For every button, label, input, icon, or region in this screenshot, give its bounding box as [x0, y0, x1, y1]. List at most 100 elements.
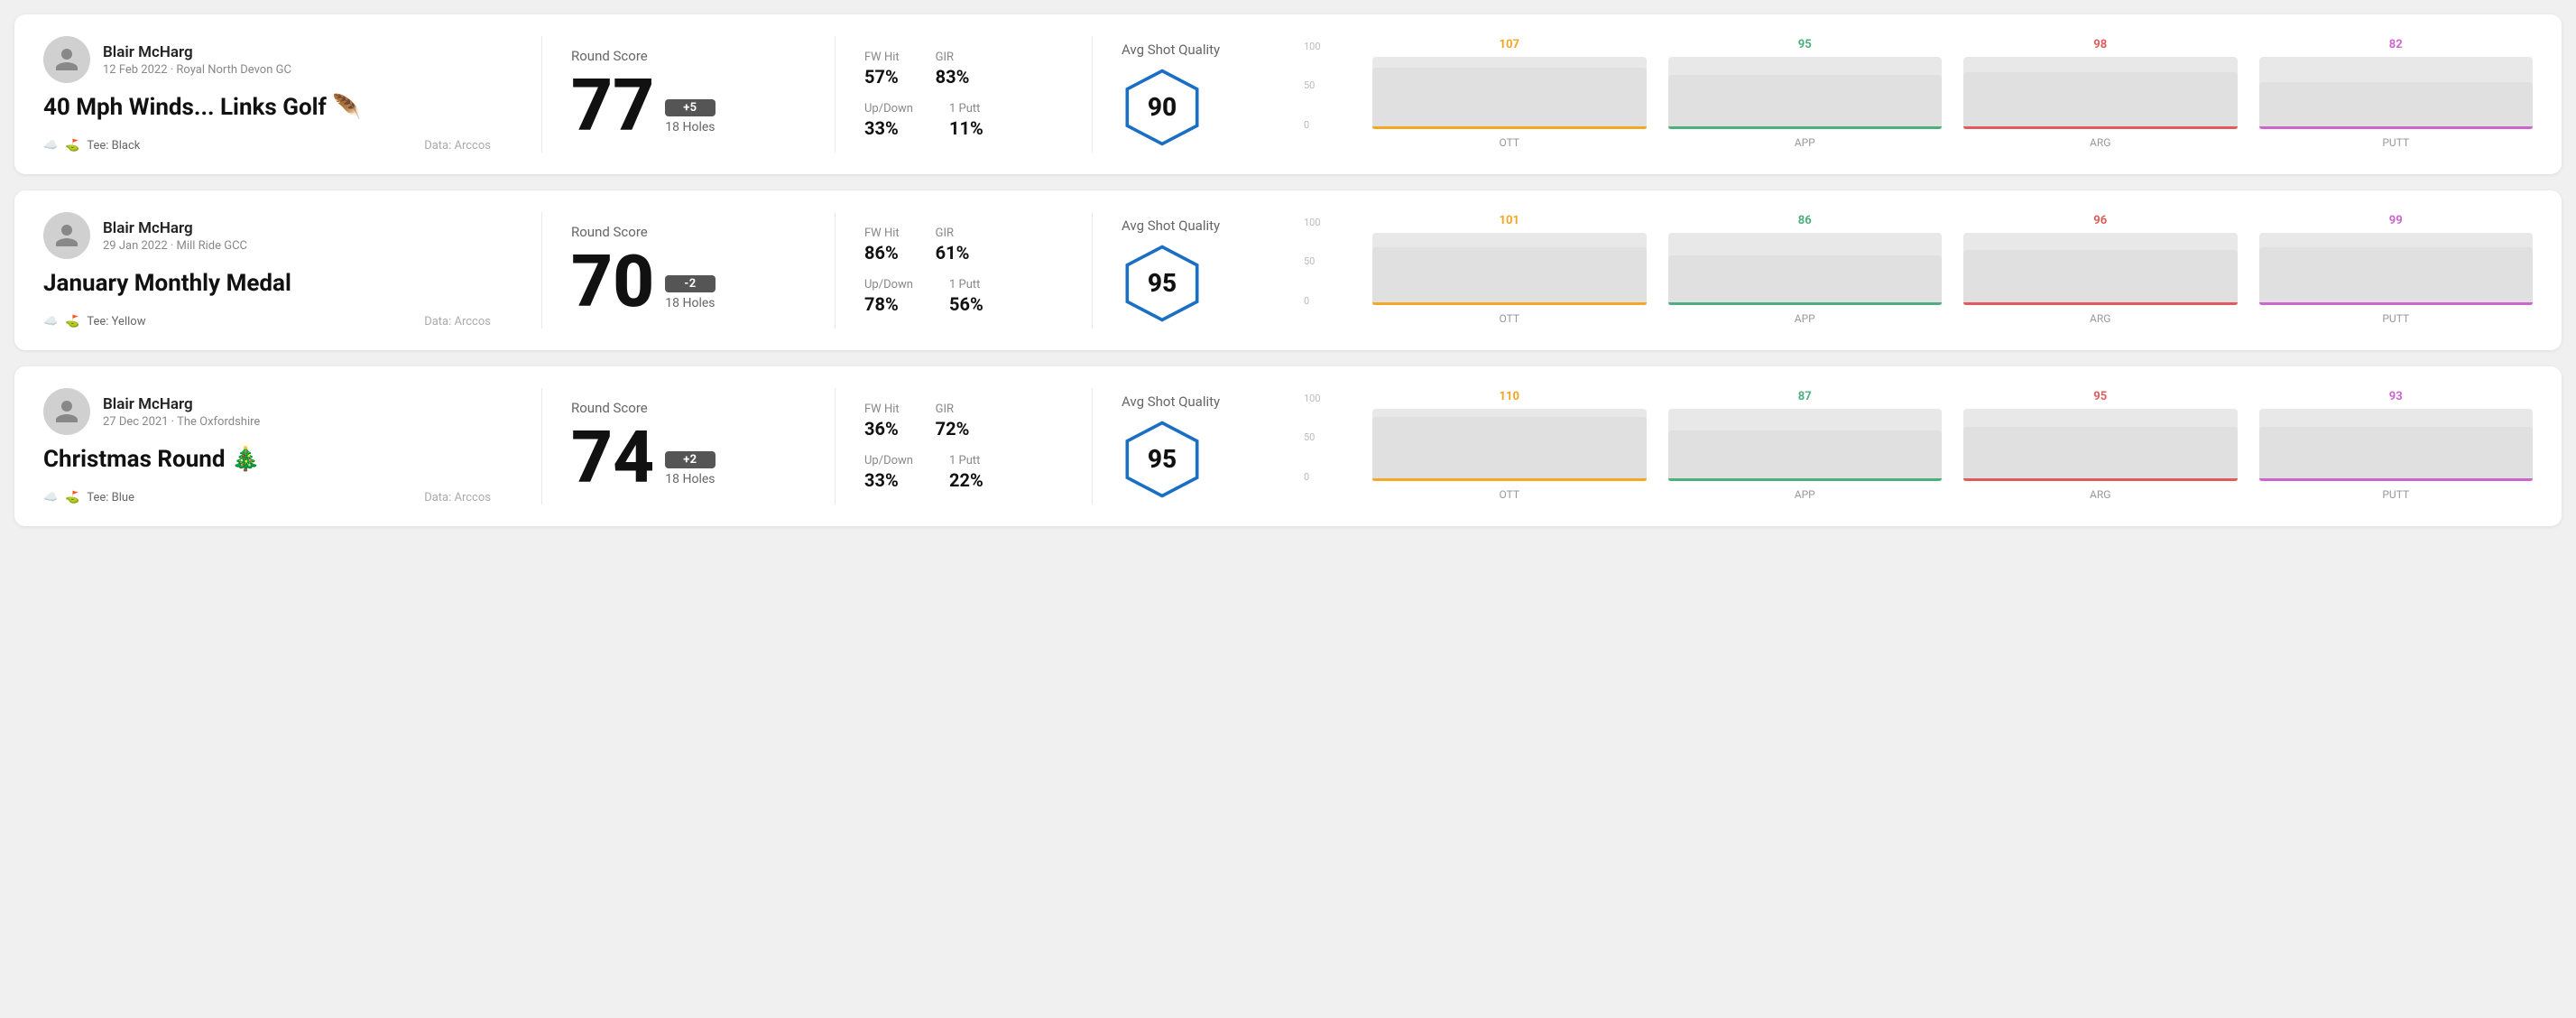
gir-label: GIR — [936, 403, 970, 416]
chart-col-ott: 110 OTT — [1372, 390, 1647, 501]
score-number: 70 — [571, 245, 654, 318]
up-down-value: 33% — [864, 117, 913, 139]
bar-fill — [1372, 247, 1647, 305]
score-holes: 18 Holes — [665, 472, 715, 486]
score-label: Round Score — [571, 224, 806, 240]
up-down-label: Up/Down — [864, 102, 913, 116]
score-section: Round Score 77 +5 18 Holes — [571, 36, 806, 153]
bar-value-label: 98 — [2093, 38, 2107, 51]
bar-wrapper — [2259, 57, 2534, 129]
quality-section: Avg Shot Quality 90 — [1122, 36, 1320, 153]
chart-col-putt: 82 PUTT — [2259, 38, 2534, 149]
bar-wrapper — [1963, 409, 2238, 481]
fw-hit-stat: FW Hit 86% — [864, 227, 900, 264]
up-down-value: 78% — [864, 293, 913, 315]
round-card-3[interactable]: Blair McHarg 27 Dec 2021 · The Oxfordshi… — [14, 366, 2562, 526]
y-label-0: 0 — [1304, 119, 1321, 131]
chart-col-app: 95 APP — [1668, 38, 1943, 149]
bar-value-label: 101 — [1500, 214, 1519, 227]
tee-info: ☁️ ⛳ Tee: Black — [43, 139, 140, 153]
up-down-stat: Up/Down 33% — [864, 454, 913, 491]
round-card-1[interactable]: Blair McHarg 12 Feb 2022 · Royal North D… — [14, 14, 2562, 174]
stats-row-top: FW Hit 86% GIR 61% — [864, 227, 1063, 264]
bar-col-label: APP — [1795, 312, 1815, 325]
stats-section: FW Hit 86% GIR 61% Up/Down 78% 1 Putt 56… — [864, 212, 1063, 329]
user-info: Blair McHarg 29 Jan 2022 · Mill Ride GCC — [43, 212, 491, 259]
bar-col-label: ARG — [2090, 488, 2110, 501]
avatar — [43, 388, 90, 435]
score-number: 74 — [571, 421, 654, 494]
gir-value: 72% — [936, 418, 970, 440]
score-badge: -2 — [665, 275, 715, 292]
y-label-100: 100 — [1304, 217, 1321, 228]
chart-col-ott: 107 OTT — [1372, 38, 1647, 149]
bar-value-label: 93 — [2389, 390, 2403, 403]
quality-section: Avg Shot Quality 95 — [1122, 388, 1320, 504]
bar-fill — [2259, 82, 2534, 129]
hexagon-container: 95 — [1122, 419, 1203, 500]
bar-accent — [1372, 126, 1647, 129]
divider-2 — [835, 388, 836, 504]
bar-fill — [1372, 68, 1647, 129]
tee-info: ☁️ ⛳ Tee: Blue — [43, 491, 134, 504]
fw-hit-label: FW Hit — [864, 51, 900, 64]
bar-accent — [2259, 126, 2534, 129]
person-icon — [53, 46, 80, 73]
chart-col-arg: 96 ARG — [1963, 214, 2238, 325]
y-label-50: 50 — [1304, 79, 1321, 91]
score-row: 74 +2 18 Holes — [571, 421, 806, 494]
bar-wrapper — [1668, 233, 1943, 305]
tee-info: ☁️ ⛳ Tee: Yellow — [43, 315, 145, 329]
round-card-2[interactable]: Blair McHarg 29 Jan 2022 · Mill Ride GCC… — [14, 190, 2562, 350]
card-footer: ☁️ ⛳ Tee: Yellow Data: Arccos — [43, 315, 491, 329]
bar-value-label: 96 — [2093, 214, 2107, 227]
card-left-3: Blair McHarg 27 Dec 2021 · The Oxfordshi… — [43, 388, 512, 504]
up-down-label: Up/Down — [864, 454, 913, 467]
score-section: Round Score 74 +2 18 Holes — [571, 388, 806, 504]
bar-value-label: 99 — [2389, 214, 2403, 227]
y-label-100: 100 — [1304, 41, 1321, 52]
bar-chart: 110 OTT 87 APP 95 ARG 93 — [1372, 393, 2533, 501]
hexagon-container: 90 — [1122, 67, 1203, 148]
divider-3 — [1092, 388, 1093, 504]
fw-hit-label: FW Hit — [864, 403, 900, 416]
score-row: 77 +5 18 Holes — [571, 69, 806, 142]
bar-fill — [1963, 427, 2238, 481]
bar-wrapper — [1668, 409, 1943, 481]
quality-label: Avg Shot Quality — [1122, 42, 1220, 58]
user-name: Blair McHarg — [103, 219, 247, 237]
bar-value-label: 95 — [1798, 38, 1812, 51]
one-putt-stat: 1 Putt 11% — [949, 102, 983, 139]
chart-col-putt: 93 PUTT — [2259, 390, 2534, 501]
gir-stat: GIR 83% — [936, 51, 970, 88]
bar-wrapper — [1372, 233, 1647, 305]
bar-wrapper — [2259, 233, 2534, 305]
bar-col-label: PUTT — [2382, 312, 2409, 325]
divider-1 — [541, 36, 542, 153]
avatar — [43, 36, 90, 83]
bar-value-label: 82 — [2389, 38, 2403, 51]
y-label-50: 50 — [1304, 431, 1321, 443]
card-left-1: Blair McHarg 12 Feb 2022 · Royal North D… — [43, 36, 512, 153]
hexagon-container: 95 — [1122, 243, 1203, 324]
bar-value-label: 87 — [1798, 390, 1812, 403]
bar-wrapper — [1668, 57, 1943, 129]
divider-3 — [1092, 36, 1093, 153]
bar-col-label: ARG — [2090, 312, 2110, 325]
bar-accent — [2259, 302, 2534, 305]
one-putt-label: 1 Putt — [949, 278, 983, 292]
bar-fill — [1668, 430, 1943, 480]
bar-value-label: 95 — [2093, 390, 2107, 403]
stats-row-top: FW Hit 36% GIR 72% — [864, 403, 1063, 440]
bar-fill — [1963, 250, 2238, 305]
one-putt-label: 1 Putt — [949, 102, 983, 116]
bar-wrapper — [1963, 233, 2238, 305]
quality-label: Avg Shot Quality — [1122, 217, 1220, 234]
score-badge-col: +2 18 Holes — [665, 451, 715, 494]
stats-section: FW Hit 57% GIR 83% Up/Down 33% 1 Putt 11… — [864, 36, 1063, 153]
hexagon: 95 — [1122, 419, 1203, 500]
bar-col-label: APP — [1795, 136, 1815, 149]
chart-y-labels: 100 50 0 — [1304, 217, 1321, 307]
golf-icon: ⛳ — [65, 139, 79, 153]
chart-outer: 100 50 0 107 OTT 95 APP 98 — [1338, 41, 2533, 149]
